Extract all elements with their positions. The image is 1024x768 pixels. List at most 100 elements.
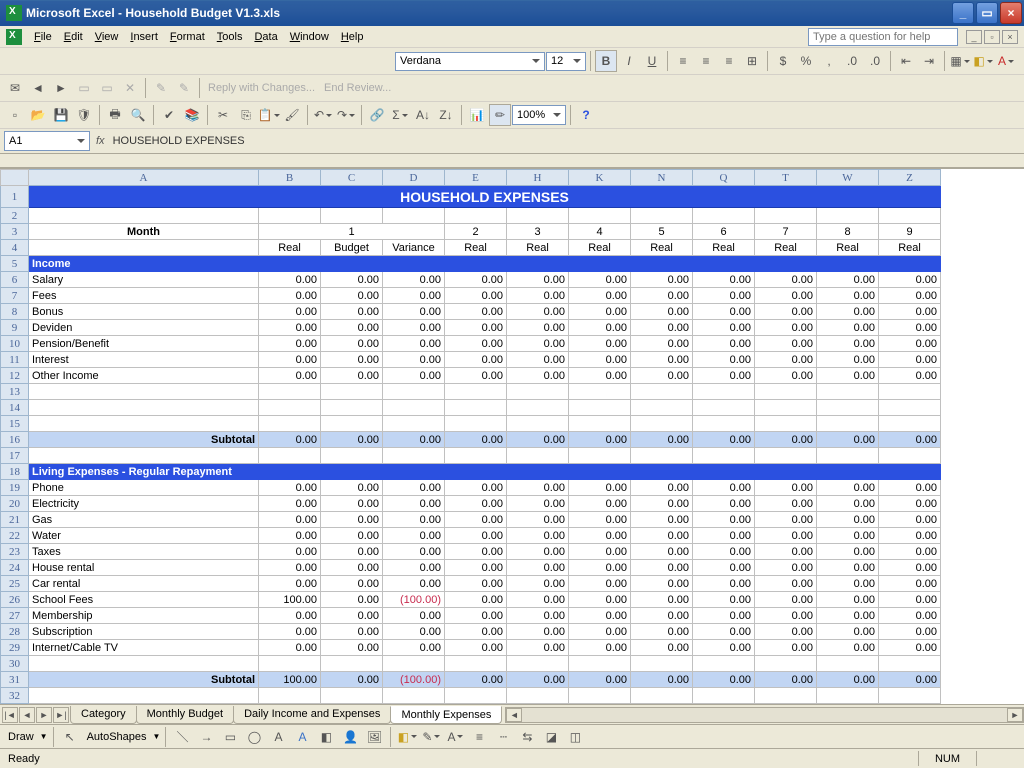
cell[interactable]: 0.00 bbox=[879, 672, 941, 688]
row-header[interactable]: 23 bbox=[1, 544, 29, 560]
oval-button[interactable]: ◯ bbox=[243, 726, 265, 748]
cell[interactable] bbox=[259, 656, 321, 672]
font-color-draw-button[interactable]: A bbox=[444, 726, 466, 748]
cell[interactable] bbox=[817, 384, 879, 400]
formula-value[interactable]: HOUSEHOLD EXPENSES bbox=[111, 133, 1020, 149]
cell[interactable]: 0.00 bbox=[817, 352, 879, 368]
row-header[interactable]: 4 bbox=[1, 240, 29, 256]
next-comment-button[interactable]: ► bbox=[50, 77, 72, 99]
sheet-tab[interactable]: Category bbox=[70, 706, 137, 724]
cell[interactable]: 0.00 bbox=[631, 672, 693, 688]
row-header[interactable]: 13 bbox=[1, 384, 29, 400]
cell[interactable]: 0.00 bbox=[445, 336, 507, 352]
cell[interactable]: 0.00 bbox=[507, 352, 569, 368]
cell[interactable]: (100.00) bbox=[383, 672, 445, 688]
cell[interactable]: 0.00 bbox=[879, 528, 941, 544]
column-header[interactable]: B bbox=[259, 170, 321, 186]
cell[interactable]: 0.00 bbox=[569, 480, 631, 496]
font-color-button[interactable]: A bbox=[995, 50, 1017, 72]
cell[interactable]: 0.00 bbox=[879, 352, 941, 368]
cell[interactable]: 0.00 bbox=[259, 512, 321, 528]
cell[interactable]: 0.00 bbox=[321, 640, 383, 656]
rectangle-button[interactable]: ▭ bbox=[219, 726, 241, 748]
cell[interactable] bbox=[383, 688, 445, 704]
cell[interactable]: Pension/Benefit bbox=[29, 336, 259, 352]
cell[interactable]: 0.00 bbox=[321, 672, 383, 688]
doc-close-button[interactable]: × bbox=[1002, 30, 1018, 44]
cell[interactable]: 0.00 bbox=[569, 672, 631, 688]
cell[interactable]: 0.00 bbox=[879, 336, 941, 352]
cell[interactable]: Salary bbox=[29, 272, 259, 288]
ink-button[interactable]: ✎ bbox=[150, 77, 172, 99]
cell[interactable] bbox=[817, 208, 879, 224]
cell[interactable] bbox=[445, 400, 507, 416]
cell[interactable]: 0.00 bbox=[507, 480, 569, 496]
cell[interactable] bbox=[29, 400, 259, 416]
cell[interactable]: 0.00 bbox=[817, 272, 879, 288]
cell[interactable] bbox=[569, 400, 631, 416]
merge-button[interactable]: ⊞ bbox=[741, 50, 763, 72]
cell[interactable]: 0.00 bbox=[755, 672, 817, 688]
cell[interactable]: 0.00 bbox=[755, 576, 817, 592]
cell[interactable]: 0.00 bbox=[383, 304, 445, 320]
cell[interactable]: Gas bbox=[29, 512, 259, 528]
cell[interactable]: 0.00 bbox=[631, 480, 693, 496]
cell[interactable] bbox=[445, 384, 507, 400]
cell[interactable]: 0.00 bbox=[693, 288, 755, 304]
menu-edit[interactable]: Edit bbox=[58, 29, 89, 45]
cell[interactable]: 0.00 bbox=[259, 272, 321, 288]
wordart-button[interactable]: A bbox=[291, 726, 313, 748]
cell[interactable] bbox=[507, 656, 569, 672]
cell[interactable]: 0.00 bbox=[755, 304, 817, 320]
cell[interactable]: Income bbox=[29, 256, 941, 272]
cell[interactable]: 0.00 bbox=[569, 608, 631, 624]
cell[interactable]: 0.00 bbox=[445, 480, 507, 496]
decrease-indent-button[interactable]: ⇤ bbox=[895, 50, 917, 72]
cell[interactable] bbox=[569, 208, 631, 224]
cell[interactable]: 0.00 bbox=[507, 304, 569, 320]
cell[interactable]: 0.00 bbox=[507, 560, 569, 576]
cell[interactable] bbox=[879, 416, 941, 432]
cell[interactable]: 6 bbox=[693, 224, 755, 240]
cell[interactable]: 0.00 bbox=[507, 368, 569, 384]
hyperlink-button[interactable]: 🔗 bbox=[366, 104, 388, 126]
cell[interactable] bbox=[321, 448, 383, 464]
cell[interactable]: 0.00 bbox=[507, 592, 569, 608]
fill-color-button[interactable]: ◧ bbox=[972, 50, 994, 72]
cell[interactable]: 0.00 bbox=[817, 432, 879, 448]
cell[interactable]: Month bbox=[29, 224, 259, 240]
cell[interactable]: 0.00 bbox=[383, 432, 445, 448]
tab-first-button[interactable]: |◄ bbox=[2, 707, 18, 723]
increase-indent-button[interactable]: ⇥ bbox=[918, 50, 940, 72]
cell[interactable] bbox=[879, 400, 941, 416]
cell[interactable]: 0.00 bbox=[259, 576, 321, 592]
cell[interactable]: 9 bbox=[879, 224, 941, 240]
reply-changes-button[interactable]: Reply with Changes... bbox=[204, 82, 319, 94]
cell[interactable]: 0.00 bbox=[259, 368, 321, 384]
column-header[interactable]: A bbox=[29, 170, 259, 186]
menu-format[interactable]: Format bbox=[164, 29, 211, 45]
cell[interactable]: 0.00 bbox=[259, 640, 321, 656]
redo-button[interactable]: ↷ bbox=[335, 104, 357, 126]
sheet-tab[interactable]: Monthly Expenses bbox=[390, 706, 502, 724]
cell[interactable]: 0.00 bbox=[259, 544, 321, 560]
cell[interactable] bbox=[755, 656, 817, 672]
sheet-tab[interactable]: Monthly Budget bbox=[136, 706, 234, 724]
cell[interactable] bbox=[755, 448, 817, 464]
fill-color-draw-button[interactable]: ◧ bbox=[396, 726, 418, 748]
row-header[interactable]: 15 bbox=[1, 416, 29, 432]
currency-button[interactable]: $ bbox=[772, 50, 794, 72]
cell[interactable]: 0.00 bbox=[693, 480, 755, 496]
cell[interactable]: 0.00 bbox=[507, 576, 569, 592]
cell[interactable]: 0.00 bbox=[383, 576, 445, 592]
line-color-button[interactable]: ✎ bbox=[420, 726, 442, 748]
cell[interactable]: 0.00 bbox=[817, 304, 879, 320]
fx-icon[interactable]: fx bbox=[96, 135, 105, 147]
bold-button[interactable]: B bbox=[595, 50, 617, 72]
cell[interactable]: 100.00 bbox=[259, 672, 321, 688]
show-all-button[interactable]: ▭ bbox=[96, 77, 118, 99]
cell[interactable] bbox=[817, 416, 879, 432]
column-header[interactable]: E bbox=[445, 170, 507, 186]
column-header[interactable]: Q bbox=[693, 170, 755, 186]
save-button[interactable]: 💾 bbox=[50, 104, 72, 126]
